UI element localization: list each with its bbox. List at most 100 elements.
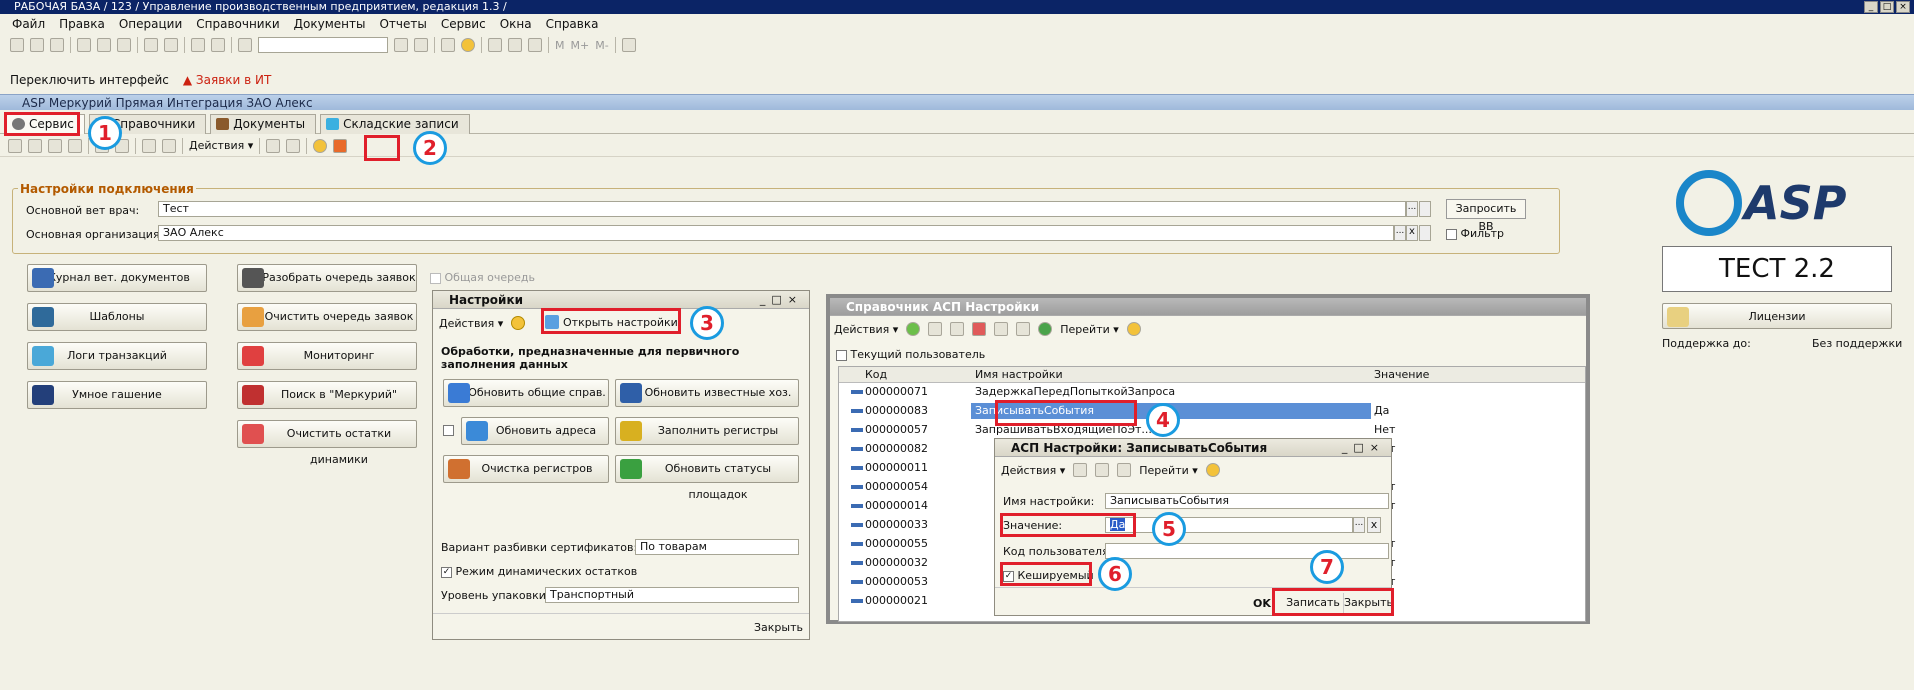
filter-checkbox[interactable]: Фильтр [1446, 227, 1504, 240]
search-input[interactable] [258, 37, 388, 53]
tools-icon[interactable] [621, 38, 636, 52]
menu-item-8[interactable]: Справка [546, 17, 599, 31]
dialog-window-controls[interactable]: _□× [1342, 441, 1385, 454]
memory-m[interactable]: M [555, 39, 565, 52]
settings-button-0[interactable]: Обновить общие справ. [443, 379, 609, 407]
menu-item-7[interactable]: Окна [500, 17, 532, 31]
menu-item-5[interactable]: Отчеты [379, 17, 426, 31]
mid-button-4[interactable]: Очистить остатки динамики [237, 420, 417, 466]
switch-interface-button[interactable]: Переключить интерфейс [10, 73, 169, 87]
ref-actions-menu[interactable]: Действия ▾ [834, 323, 898, 336]
find-next-icon[interactable] [394, 38, 408, 52]
vet-select-button[interactable]: ... [1406, 201, 1418, 217]
undo-icon[interactable] [191, 38, 205, 52]
table-row[interactable]: 000000083 ЗаписыватьСобытия Да [839, 403, 1585, 419]
mid-button-0[interactable]: Разобрать очередь заявок [237, 264, 417, 292]
value-select-button[interactable]: ... [1353, 517, 1365, 533]
minimize-icon[interactable]: _ [1864, 1, 1878, 13]
settings-window-controls[interactable]: _□× [760, 293, 803, 306]
org-clear-button[interactable]: x [1406, 225, 1418, 241]
actions-menu[interactable]: Действия ▾ [189, 139, 253, 152]
menu-item-3[interactable]: Справочники [196, 17, 279, 31]
settings-tool-icon[interactable] [333, 138, 348, 153]
org-search-icon[interactable] [1419, 225, 1431, 241]
mid-button-1[interactable]: Очистить очередь заявок [237, 303, 417, 331]
open-icon[interactable] [30, 38, 44, 52]
ref-edit-icon[interactable] [950, 322, 965, 336]
vet-field[interactable]: Тест [158, 201, 1406, 217]
it-requests-button[interactable]: ▲ Заявки в ИТ [183, 73, 271, 87]
col-value[interactable]: Значение [1374, 367, 1429, 383]
paste-icon[interactable] [117, 38, 131, 52]
ref-refresh-icon[interactable] [1038, 322, 1053, 336]
table-row[interactable]: 000000057 ЗапрашиватьВходящиеПоЭт... Нет [839, 422, 1585, 438]
ref-copy-icon[interactable] [928, 322, 943, 336]
copy-icon[interactable] [97, 38, 111, 52]
print-icon[interactable] [144, 38, 158, 52]
tab-documents[interactable]: Документы [210, 114, 317, 134]
new-doc-icon[interactable] [10, 38, 24, 52]
address-checkbox[interactable] [443, 425, 454, 436]
info-icon[interactable] [461, 38, 475, 52]
dialog-refresh-icon[interactable] [1095, 463, 1110, 477]
menu-item-0[interactable]: Файл [12, 17, 45, 31]
settings-button-5[interactable]: Обновить статусы площадок [615, 455, 799, 501]
help-icon[interactable] [313, 138, 328, 153]
menu-item-1[interactable]: Правка [59, 17, 105, 31]
current-user-checkbox[interactable]: Текущий пользователь [836, 348, 985, 361]
calc-icon[interactable] [488, 38, 502, 52]
ref-goto-menu[interactable]: Перейти ▾ [1060, 323, 1119, 336]
org-field[interactable]: ЗАО Алекс [158, 225, 1394, 241]
value-clear-button[interactable]: x [1367, 517, 1381, 533]
settings-button-1[interactable]: Обновить известные хоз. [615, 379, 799, 407]
sort-desc-icon[interactable] [162, 138, 176, 153]
ref-delete-icon[interactable] [972, 322, 987, 336]
memory-mminus[interactable]: M- [595, 39, 608, 52]
table-icon[interactable] [528, 38, 542, 52]
preview-icon[interactable] [164, 38, 178, 52]
find-prev-icon[interactable] [414, 38, 428, 52]
ok-button[interactable]: OK [1253, 597, 1271, 610]
copy-item-icon[interactable] [28, 138, 42, 153]
dialog-copy-icon[interactable] [1117, 463, 1132, 477]
edit-icon[interactable] [48, 138, 62, 153]
save-icon[interactable] [50, 38, 64, 52]
dialog-help-icon[interactable] [1205, 463, 1220, 477]
dialog-goto-menu[interactable]: Перейти ▾ [1139, 464, 1198, 477]
table-row[interactable]: 000000071 ЗадержкаПередПопыткойЗапроса [839, 384, 1585, 400]
add-icon[interactable] [8, 138, 22, 153]
pack-field[interactable]: Транспортный [545, 587, 799, 603]
tab-warehouse[interactable]: Складские записи [320, 114, 470, 134]
redo-icon[interactable] [211, 38, 225, 52]
close-icon[interactable]: × [1896, 1, 1910, 13]
left-button-0[interactable]: Журнал вет. документов [27, 264, 207, 292]
settings-actions-menu[interactable]: Действия ▾ [439, 317, 503, 330]
settings-button-2[interactable]: Обновить адреса [461, 417, 609, 445]
setting-value-field[interactable]: Да [1105, 517, 1353, 533]
settings-button-3[interactable]: Заполнить регистры [615, 417, 799, 445]
ref-filter-icon[interactable] [994, 322, 1009, 336]
settings-button-4[interactable]: Очистка регистров [443, 455, 609, 483]
calendar-icon[interactable] [508, 38, 522, 52]
ref-help-icon[interactable] [1126, 322, 1141, 336]
org-select-button[interactable]: ... [1394, 225, 1406, 241]
cut-icon[interactable] [77, 38, 91, 52]
windows-icon[interactable] [441, 38, 455, 52]
help-icon[interactable] [511, 316, 525, 330]
mid-button-3[interactable]: Поиск в "Меркурий" [237, 381, 417, 409]
setting-name-field[interactable]: ЗаписыватьСобытия [1105, 493, 1389, 509]
ref-filter2-icon[interactable] [1016, 322, 1031, 336]
user-code-field[interactable] [1105, 543, 1389, 559]
vet-search-icon[interactable] [1419, 201, 1431, 217]
search-icon[interactable] [238, 38, 252, 52]
common-queue-checkbox[interactable]: Общая очередь [430, 271, 535, 284]
left-button-3[interactable]: Умное гашение [27, 381, 207, 409]
delete-icon[interactable] [68, 138, 82, 153]
sort-asc-icon[interactable] [142, 138, 156, 153]
left-button-1[interactable]: Шаблоны [27, 303, 207, 331]
menu-item-4[interactable]: Документы [294, 17, 366, 31]
dyn-checkbox[interactable]: ✓ Режим динамических остатков [441, 565, 637, 578]
licenses-button[interactable]: Лицензии [1662, 303, 1892, 329]
dialog-save-icon[interactable] [1073, 463, 1088, 477]
cert-field[interactable]: По товарам [635, 539, 799, 555]
